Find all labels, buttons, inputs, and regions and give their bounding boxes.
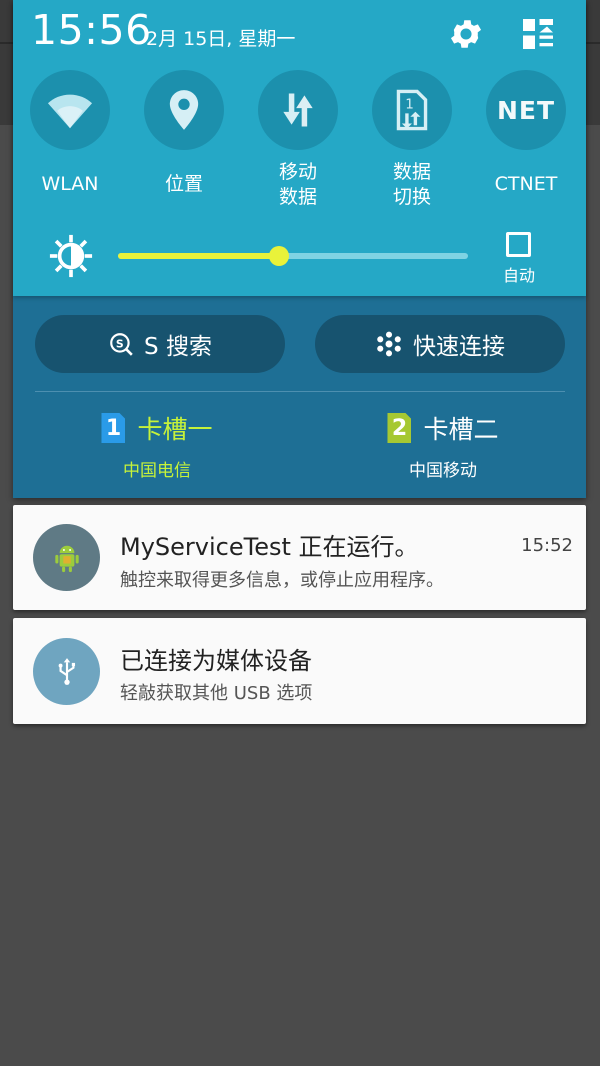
tile-label: WLAN (41, 173, 99, 195)
panel-divider (35, 391, 565, 392)
tile-label-line1: 移动 (278, 161, 317, 183)
sim-2-name: 卡槽二 (423, 415, 499, 444)
brightness-icon (49, 234, 93, 278)
notification-title: 已连接为媒体设备 (120, 647, 312, 675)
tile-label-line2: 切换 (392, 186, 431, 208)
tile-label: CTNET (494, 173, 558, 195)
notification-subtitle: 轻敲获取其他 USB 选项 (120, 683, 313, 704)
edit-tiles-icon[interactable] (517, 13, 559, 55)
sim-slot-2[interactable]: 2 卡槽二 中国移动 (343, 410, 543, 481)
sim-2-icon: 2 (387, 413, 412, 443)
tile-label-line1: 数据 (392, 161, 431, 183)
tile-label-line2: 数据 (278, 186, 317, 208)
settings-gear-icon[interactable] (445, 13, 487, 55)
tile-mobile-data[interactable]: 移动 数据 (248, 70, 348, 210)
notification-panel: 15:56 2月 15日, 星期一 WLAN 位置 移动 数据 1 数据 切换 … (13, 0, 586, 498)
brightness-slider[interactable] (118, 246, 468, 266)
tile-wlan[interactable]: WLAN (20, 70, 120, 196)
location-pin-icon (144, 70, 224, 150)
s-search-icon: S (108, 331, 134, 357)
tile-label: 位置 (164, 173, 203, 195)
date[interactable]: 2月 15日, 星期一 (146, 24, 295, 51)
quick-connect-label: 快速连接 (413, 334, 505, 360)
s-search-label: S 搜索 (144, 334, 212, 360)
brightness-slider-fill (118, 253, 279, 259)
svg-text:1: 1 (405, 96, 414, 112)
auto-brightness-checkbox[interactable] (506, 232, 531, 257)
tile-ctnet[interactable]: NET CTNET (476, 70, 576, 196)
s-search-button[interactable]: S S 搜索 (35, 315, 285, 373)
sim-2-operator: 中国移动 (409, 461, 477, 481)
svg-text:S: S (116, 337, 124, 350)
clock: 15:56 (31, 6, 152, 54)
tile-location[interactable]: 位置 (134, 70, 234, 196)
net-icon-text: NET (496, 95, 556, 125)
brightness-slider-thumb[interactable] (269, 246, 289, 266)
usb-icon (33, 638, 100, 705)
notification-usb[interactable]: 已连接为媒体设备 轻敲获取其他 USB 选项 (13, 618, 586, 724)
tile-data-switch[interactable]: 1 数据 切换 (362, 70, 462, 210)
mobile-data-icon (258, 70, 338, 150)
quick-connect-icon (375, 330, 403, 358)
quick-settings: 15:56 2月 15日, 星期一 WLAN 位置 移动 数据 1 数据 切换 … (13, 0, 586, 296)
notification-time: 15:52 (521, 535, 573, 556)
sim-1-operator: 中国电信 (123, 461, 191, 481)
sim-switch-icon: 1 (372, 70, 452, 150)
auto-brightness-label: 自动 (502, 266, 535, 285)
sim-1-name: 卡槽一 (137, 415, 213, 444)
net-icon: NET (486, 70, 566, 150)
notification-title: MyServiceTest 正在运行。 (120, 533, 419, 561)
notification-myservicetest[interactable]: MyServiceTest 正在运行。 触控来取得更多信息，或停止应用程序。 1… (13, 505, 586, 610)
notification-subtitle: 触控来取得更多信息，或停止应用程序。 (120, 570, 444, 591)
wifi-icon (30, 70, 110, 150)
sim-1-icon: 1 (101, 413, 126, 443)
android-app-icon (33, 524, 100, 591)
quick-connect-button[interactable]: 快速连接 (315, 315, 565, 373)
sim-slot-1[interactable]: 1 卡槽一 中国电信 (57, 410, 257, 481)
